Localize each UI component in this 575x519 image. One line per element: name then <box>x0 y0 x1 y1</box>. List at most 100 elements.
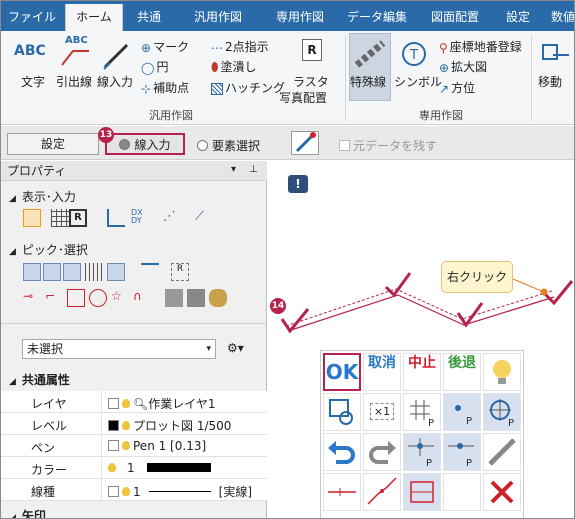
grid-icon[interactable] <box>51 209 69 227</box>
point-pick-button[interactable]: P <box>443 393 481 431</box>
layer-icon[interactable] <box>23 209 41 227</box>
grid-divider <box>101 391 102 413</box>
cancel-button[interactable]: 取消 <box>363 353 401 391</box>
circle-pick-button[interactable]: P <box>483 393 521 431</box>
attr-linetype-value: 1 <box>133 485 141 499</box>
tab-special-draw[interactable]: 専用作図 <box>261 1 339 31</box>
pick-point-icon[interactable] <box>107 263 125 281</box>
section-pick-select[interactable]: ◢ ピック･選択 <box>9 241 88 258</box>
select-curve-icon[interactable]: ∩ <box>133 289 151 307</box>
select-line-icon[interactable]: ⊸ <box>23 289 41 307</box>
ok-button[interactable]: OK <box>323 353 361 391</box>
vertex-pick-icon: P <box>408 438 434 469</box>
move-button[interactable]: 移動 <box>538 73 562 90</box>
snap-icon[interactable]: ⋰ <box>163 209 181 227</box>
display-icon-row: R DX DY ⋰ ⟋ <box>23 209 223 229</box>
attr-row-level[interactable]: レベル プロット図 1/500 <box>1 413 267 435</box>
close-button[interactable] <box>483 473 521 511</box>
segment-button[interactable] <box>323 473 361 511</box>
attr-value: 🔍︎作業レイヤ1 <box>108 395 216 412</box>
grid-pick-button[interactable]: P <box>403 393 441 431</box>
group-label-general: 汎用作図 <box>149 109 193 122</box>
hatching-button[interactable]: ハッチング <box>211 79 285 96</box>
attr-value: 1 <box>108 461 211 475</box>
step-badge-14: 14 <box>270 298 286 314</box>
tab-home[interactable]: ホーム <box>65 4 123 31</box>
leader-line-button[interactable]: 引出線 <box>56 73 92 90</box>
element-select-option[interactable]: 要素選択 <box>197 137 260 154</box>
panel-pin-icon[interactable]: ⊥ <box>249 164 258 175</box>
circle-button[interactable]: ◯ 円 <box>141 58 168 75</box>
pick-color-icon[interactable]: ⟋ <box>195 209 213 227</box>
collapse-icon: ◢ <box>9 247 16 257</box>
line-input-mode-button[interactable]: 線入力 <box>105 133 185 155</box>
line-pick-button[interactable]: P <box>443 433 481 471</box>
raster-label[interactable]: ラスタ <box>293 73 329 90</box>
attr-row-color[interactable]: カラー 1 <box>1 457 267 479</box>
panel-dropdown-icon[interactable]: ▾ <box>231 164 236 175</box>
section-display-input[interactable]: ◢ 表示･入力 <box>9 188 76 205</box>
tab-file[interactable]: ファイル <box>3 1 61 31</box>
tab-number[interactable]: 数値 <box>543 1 574 31</box>
select-bag-icon[interactable] <box>209 289 227 307</box>
pick-grid-icon[interactable] <box>85 263 103 281</box>
line-input-button[interactable]: 線入力 <box>97 73 133 90</box>
pick-circle-icon[interactable] <box>23 263 41 281</box>
dxdy-icon[interactable]: DX DY <box>131 209 149 227</box>
tab-layout[interactable]: 図面配置 <box>419 1 491 31</box>
tab-data-edit[interactable]: データ編集 <box>337 1 417 31</box>
raster-toggle-icon[interactable]: R <box>69 209 87 227</box>
attr-linetype-name: [実線] <box>218 485 253 499</box>
select-polyline-icon[interactable]: ⌐ <box>45 289 63 307</box>
pick-raster-icon[interactable]: R <box>171 263 189 281</box>
wrench-icon[interactable]: ⚙▾ <box>227 341 244 355</box>
select-polygon-icon[interactable]: ☆ <box>111 289 129 307</box>
eyedropper-button[interactable] <box>291 131 319 155</box>
stop-button[interactable]: 中止 <box>403 353 441 391</box>
point-pick-icon: P <box>455 405 472 427</box>
tab-settings[interactable]: 設定 <box>495 1 541 31</box>
keep-original-checkbox[interactable]: 元データを残す <box>339 137 437 154</box>
collapse-icon: ◢ <box>9 194 16 204</box>
pick-vertex-icon[interactable] <box>43 263 61 281</box>
rect-button[interactable] <box>403 473 441 511</box>
undo-button[interactable] <box>323 433 361 471</box>
blank-button[interactable] <box>443 473 481 511</box>
polyline-button[interactable] <box>363 473 401 511</box>
ortho-icon[interactable] <box>107 209 125 227</box>
checkbox-icon <box>108 440 119 451</box>
attr-row-layer[interactable]: レイヤ 🔍︎作業レイヤ1 <box>1 391 267 413</box>
pick-line-icon[interactable] <box>63 263 81 281</box>
zoom-view-button[interactable]: ⊕ 拡大図 <box>439 58 487 75</box>
attr-row-pen[interactable]: ペン Pen 1 [0.13] <box>1 435 267 457</box>
tab-general-draw[interactable]: 汎用作図 <box>179 1 257 31</box>
back-button[interactable]: 後退 <box>443 353 481 391</box>
direction-button[interactable]: ↗ 方位 <box>439 79 475 96</box>
symbol-button[interactable]: シンボル <box>394 73 442 90</box>
settings-button[interactable]: 設定 <box>7 133 99 155</box>
select-invert-icon[interactable] <box>187 289 205 307</box>
select-all-icon[interactable] <box>165 289 183 307</box>
tab-common[interactable]: 共通 <box>127 1 171 31</box>
vertex-pick-button[interactable]: P <box>403 433 441 471</box>
selection-dropdown[interactable]: 未選択 ▾ <box>22 339 216 359</box>
zoom-window-button[interactable] <box>323 393 361 431</box>
attr-row-linetype[interactable]: 線種 1 [実線] <box>1 479 267 501</box>
select-circle-icon[interactable] <box>89 289 107 307</box>
pick-perp-icon[interactable] <box>141 263 159 281</box>
photo-place-label[interactable]: 写真配置 <box>279 89 327 106</box>
aux-point-button[interactable]: ⊹ 補助点 <box>141 79 189 96</box>
fill-button[interactable]: ⬮ 塗潰し <box>211 58 257 75</box>
select-rect-icon[interactable] <box>67 289 85 307</box>
tool-pick-button[interactable] <box>483 433 521 471</box>
scale-x1-button[interactable]: ×1 <box>363 393 401 431</box>
section-common-attrs[interactable]: ◢ 共通属性 <box>9 371 70 388</box>
redo-button[interactable] <box>363 433 401 471</box>
pick-icon-row-2: ⊸ ⌐ ☆ ∩ <box>23 289 243 309</box>
section-arrow[interactable]: ◢ 矢印 <box>9 507 46 518</box>
mark-button[interactable]: ⊕ マーク <box>141 38 189 55</box>
two-point-button[interactable]: ⋯ 2点指示 <box>211 38 269 55</box>
hint-bulb-button[interactable] <box>483 353 521 391</box>
coord-register-button[interactable]: ⚲ 座標地番登録 <box>439 38 522 55</box>
text-button[interactable]: 文字 <box>21 73 45 90</box>
